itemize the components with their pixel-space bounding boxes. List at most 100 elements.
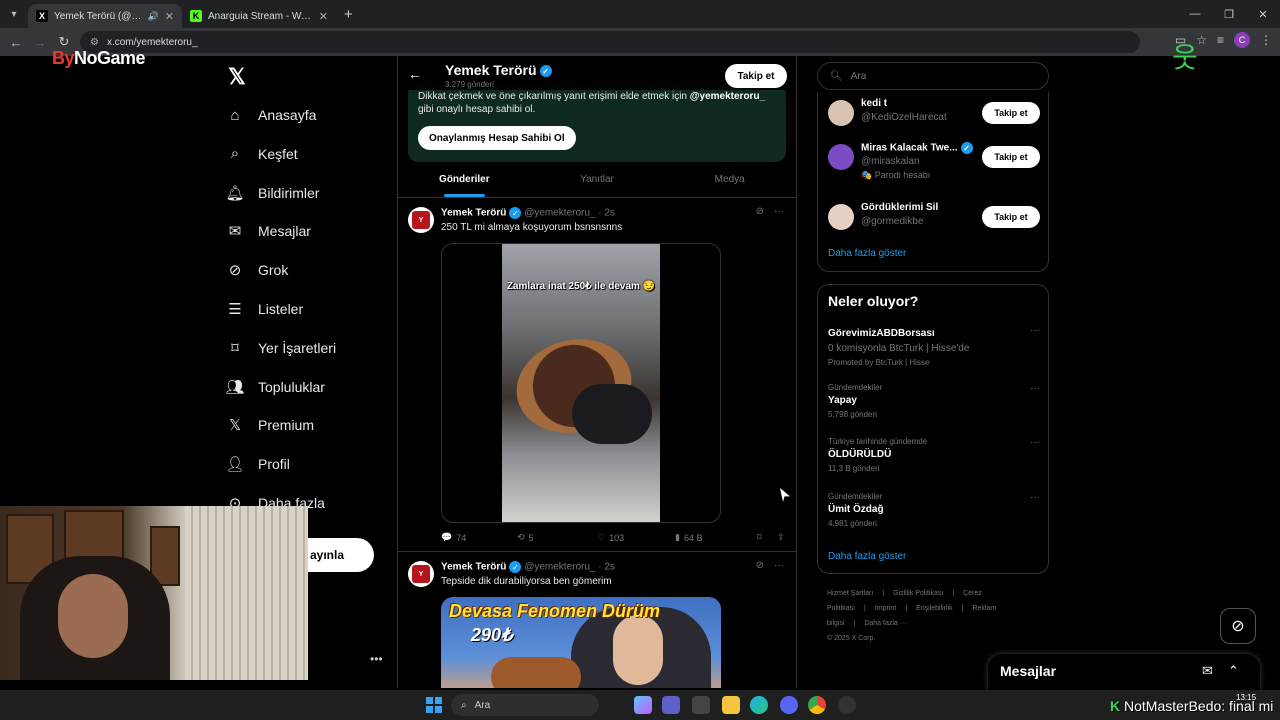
- follow-button[interactable]: Takip et: [982, 146, 1040, 168]
- sidebar-item-communities[interactable]: 👥︎ Topluluklar: [225, 378, 324, 396]
- follow-suggestion[interactable]: Gördüklerimi Sil @gormedikbe Takip et: [828, 200, 1040, 240]
- app-icon[interactable]: [838, 696, 856, 714]
- avatar[interactable]: [828, 144, 854, 170]
- follow-suggestion[interactable]: Miras Kalacak Twe... ✓ @miraskalan 🎭 Parodi…: [828, 140, 1040, 180]
- more-icon[interactable]: ···: [1030, 325, 1040, 336]
- follow-button[interactable]: Takip et: [725, 64, 787, 88]
- tweet-avatar[interactable]: Y: [408, 561, 434, 587]
- share-icon[interactable]: ⇪: [777, 532, 785, 543]
- follow-button[interactable]: Takip et: [982, 206, 1040, 228]
- suggestion-name[interactable]: Gördüklerimi Sil: [861, 202, 938, 213]
- close-tab-icon[interactable]: ✕: [165, 10, 174, 23]
- show-more-trends-link[interactable]: Daha fazla göster: [828, 551, 906, 562]
- trend-name: Ümit Özdağ: [828, 504, 884, 515]
- retweet-button[interactable]: ⟲ 5: [517, 532, 597, 543]
- suggestion-handle: @miraskalan: [861, 156, 920, 167]
- x-logo-icon[interactable]: 𝕏: [228, 64, 246, 90]
- sidebar-item-home[interactable]: ⌂ Anasayfa: [226, 106, 316, 124]
- explorer-icon[interactable]: [722, 696, 740, 714]
- communities-icon: 👥︎: [225, 378, 245, 396]
- browser-tab-x[interactable]: X Yemek Terörü (@yemekteroru_) / X 🔊 ✕: [28, 4, 182, 28]
- trend-item[interactable]: Gündemdekiler Yapay 5.798 gönderi ···: [828, 383, 1040, 419]
- sidebar-item-list[interactable]: ☰ Listeler: [226, 300, 303, 318]
- account-more-icon[interactable]: •••: [370, 652, 383, 666]
- sidebar-item-label: Anasayfa: [258, 107, 317, 123]
- verify-button[interactable]: Onaylanmış Hesap Sahibi Ol: [418, 126, 576, 150]
- forward-icon[interactable]: →: [28, 35, 52, 50]
- taskbar-search[interactable]: ⌕ Ara: [451, 694, 599, 716]
- search-input[interactable]: 🔍︎ Ara: [817, 62, 1049, 90]
- footer-link[interactable]: Gizlilik Politikası: [893, 590, 943, 597]
- more-icon[interactable]: ···: [1030, 437, 1040, 448]
- expand-icon[interactable]: ⌃: [1228, 663, 1239, 679]
- browser-tab-kick[interactable]: K Anarguia Stream - Watch Live on Kick ✕: [182, 4, 336, 28]
- sidebar-item-search[interactable]: ⌕ Keşfet: [226, 145, 298, 163]
- menu-icon[interactable]: ⋮: [1260, 33, 1272, 47]
- suggestion-name[interactable]: kedi t: [861, 98, 887, 109]
- follow-button[interactable]: Takip et: [982, 102, 1040, 124]
- sidebar-item-person[interactable]: 👤︎ Profil: [225, 455, 289, 473]
- sidebar-item-bookmark[interactable]: ⌑ Yer İşaretleri: [226, 339, 336, 357]
- new-message-icon[interactable]: ✉: [1202, 663, 1213, 679]
- sidebar-item-mail[interactable]: ✉ Mesajlar: [226, 222, 311, 240]
- sidebar-item-grok[interactable]: ⊘ Grok: [226, 261, 289, 279]
- new-tab-button[interactable]: +: [344, 6, 353, 23]
- tab-posts[interactable]: Gönderiler: [398, 164, 531, 197]
- teams-icon[interactable]: [662, 696, 680, 714]
- copilot-icon[interactable]: [634, 696, 652, 714]
- store-icon[interactable]: [692, 696, 710, 714]
- tweet[interactable]: Y Yemek Terörü ✓ @yemekteroru_ · 2s ⊘ ···…: [398, 553, 796, 688]
- suggestion-name[interactable]: Miras Kalacak Twe... ✓: [861, 142, 973, 154]
- show-more-link[interactable]: Daha fazla göster: [828, 248, 906, 259]
- tweet-avatar[interactable]: Y: [408, 207, 434, 233]
- close-window-icon[interactable]: ✕: [1246, 0, 1280, 28]
- footer-link[interactable]: Imprint: [875, 605, 896, 612]
- footer-link[interactable]: Erişilebilirlik: [916, 605, 953, 612]
- trend-item[interactable]: Gündemdekiler Ümit Özdağ 4.981 gönderi ···: [828, 492, 1040, 528]
- bell-icon: 🔔︎: [225, 184, 245, 202]
- start-button[interactable]: [426, 697, 442, 713]
- star-icon[interactable]: ☆: [1196, 33, 1207, 47]
- bookmark-icon[interactable]: ⌑: [757, 532, 777, 543]
- tweet[interactable]: Y Yemek Terörü ✓ @yemekteroru_ · 2s ⊘ ···…: [398, 199, 796, 552]
- tab-media[interactable]: Medya: [663, 164, 796, 197]
- tab-search-icon[interactable]: ▾: [0, 0, 28, 28]
- follow-suggestion[interactable]: kedi t @KediOzelHarecat Takip et: [828, 96, 1040, 136]
- back-icon[interactable]: ←: [4, 35, 28, 50]
- messages-title: Mesajlar: [1000, 663, 1057, 679]
- profile-avatar[interactable]: C: [1234, 32, 1250, 48]
- grok-icon[interactable]: ⊘: [756, 560, 764, 571]
- sidebar-item-bell[interactable]: 🔔︎ Bildirimler: [225, 184, 319, 202]
- more-icon[interactable]: ···: [774, 206, 784, 217]
- more-icon[interactable]: ···: [774, 560, 784, 571]
- reply-button[interactable]: 💬 74: [441, 532, 517, 543]
- grok-fab-button[interactable]: ⊘: [1220, 608, 1256, 644]
- tweet-image[interactable]: Devasa Fenomen Dürüm 290₺: [441, 597, 721, 688]
- edge-icon[interactable]: [750, 696, 768, 714]
- close-tab-icon[interactable]: ✕: [319, 10, 328, 23]
- more-icon[interactable]: ···: [1030, 383, 1040, 394]
- trend-item[interactable]: Türkiye tarihinde gündemde ÖLDÜRÜLDÜ 11,3 …: [828, 437, 1040, 473]
- back-arrow-icon[interactable]: ←: [408, 66, 422, 82]
- minimize-icon[interactable]: —: [1178, 0, 1212, 28]
- site-info-icon[interactable]: ⚙: [90, 37, 99, 48]
- grok-icon[interactable]: ⊘: [756, 206, 764, 217]
- chrome-icon[interactable]: [808, 696, 826, 714]
- maximize-icon[interactable]: ❐: [1212, 0, 1246, 28]
- views-button[interactable]: ▮ 64 B: [675, 532, 757, 543]
- sidebar-item-label: Premium: [258, 417, 315, 434]
- address-bar[interactable]: ⚙ x.com/yemekteroru_: [80, 31, 1140, 53]
- footer-link[interactable]: Hizmet Şartları: [827, 590, 873, 597]
- tab-replies[interactable]: Yanıtlar: [531, 164, 664, 197]
- discord-icon[interactable]: [780, 696, 798, 714]
- like-button[interactable]: ♡ 103: [597, 532, 675, 543]
- sidebar-item-x-logo[interactable]: 𝕏 Premium: [226, 416, 314, 434]
- footer-link[interactable]: Daha fazla ···: [864, 620, 906, 627]
- tweet-video[interactable]: Zamlara inat 250₺ ile devam 😏: [441, 243, 721, 523]
- avatar[interactable]: [828, 204, 854, 230]
- messages-drawer[interactable]: Mesajlar ✉ ⌃: [988, 654, 1260, 690]
- trend-item[interactable]: GörevimizABDBorsası 0 komisyonla BtcTurk …: [828, 325, 1040, 367]
- avatar[interactable]: [828, 100, 854, 126]
- more-icon[interactable]: ···: [1030, 492, 1040, 503]
- playlist-icon[interactable]: ≡: [1217, 33, 1224, 47]
